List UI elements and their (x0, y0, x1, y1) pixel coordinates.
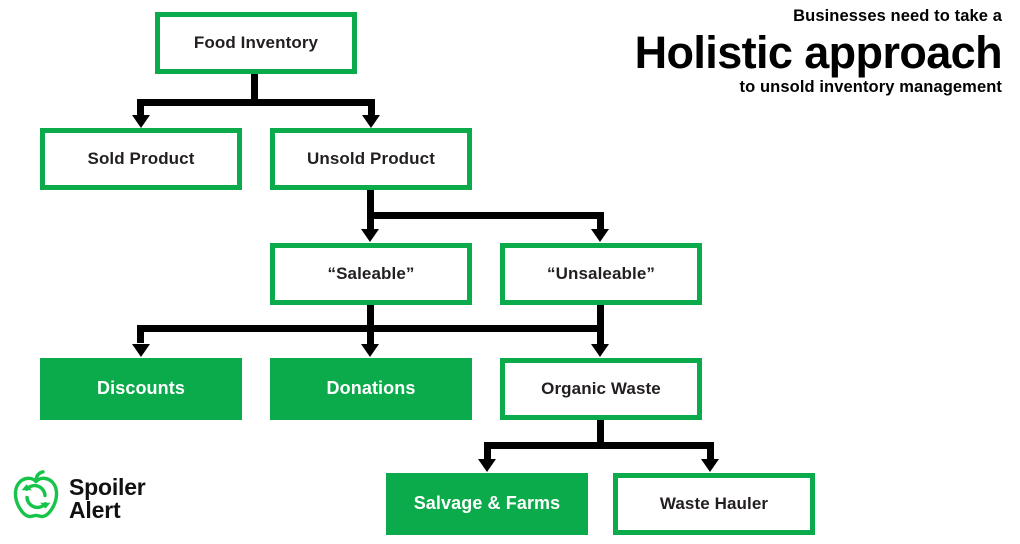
connector-organic-drop-left (484, 442, 491, 460)
headline-subtitle: to unsold inventory management (739, 77, 1002, 96)
node-unsold-product[interactable]: Unsold Product (270, 128, 472, 190)
connector-tier3-bus (137, 325, 604, 332)
headline-kicker: Businesses need to take a (793, 7, 1002, 25)
arrowhead-to-unsold-product (362, 115, 380, 128)
node-saleable[interactable]: “Saleable” (270, 243, 472, 305)
arrowhead-to-discounts (132, 344, 150, 357)
connector-unsold-bus (367, 212, 601, 219)
node-salvage-farms[interactable]: Salvage & Farms (386, 473, 588, 535)
node-label: Unsold Product (307, 148, 435, 168)
node-label: “Unsaleable” (547, 263, 655, 283)
node-label: “Saleable” (327, 263, 415, 283)
arrowhead-to-waste-hauler (701, 459, 719, 472)
node-label: Waste Hauler (659, 493, 769, 513)
connector-unsold-stem (367, 189, 374, 232)
arrowhead-to-donations (361, 344, 379, 357)
arrowhead-to-unsaleable (591, 229, 609, 242)
logo-wordmark: Spoiler Alert (69, 475, 146, 523)
node-label: Discounts (97, 378, 185, 399)
headline-block: Businesses need to take a Holistic appro… (634, 6, 1003, 98)
logo-wordmark-line2: Alert (69, 496, 121, 523)
node-donations[interactable]: Donations (270, 358, 472, 420)
node-food-inventory[interactable]: Food Inventory (155, 12, 357, 74)
connector-tier3-drop-left (137, 325, 144, 343)
brand-logo[interactable]: Spoiler Alert (12, 470, 146, 527)
node-unsaleable[interactable]: “Unsaleable” (500, 243, 702, 305)
arrowhead-to-saleable (361, 229, 379, 242)
node-discounts[interactable]: Discounts (40, 358, 242, 420)
diagram-canvas: Businesses need to take a Holistic appro… (0, 0, 1020, 544)
connector-food-bus (137, 99, 375, 106)
node-sold-product[interactable]: Sold Product (40, 128, 242, 190)
connector-organic-bus (484, 442, 714, 449)
arrowhead-to-salvage-farms (478, 459, 496, 472)
node-organic-waste[interactable]: Organic Waste (500, 358, 702, 420)
arrowhead-to-sold-product (132, 115, 150, 128)
node-label: Sold Product (87, 148, 195, 168)
node-waste-hauler[interactable]: Waste Hauler (613, 473, 815, 535)
apple-recycle-icon (12, 470, 60, 527)
arrowhead-to-organic-waste (591, 344, 609, 357)
connector-unsold-drop-right (597, 212, 604, 230)
node-label: Donations (326, 378, 416, 399)
node-label: Food Inventory (193, 32, 319, 52)
headline-title: Holistic approach (634, 26, 1003, 78)
connector-organic-drop-right (707, 442, 714, 460)
node-label: Salvage & Farms (413, 493, 561, 514)
node-label: Organic Waste (541, 378, 661, 398)
